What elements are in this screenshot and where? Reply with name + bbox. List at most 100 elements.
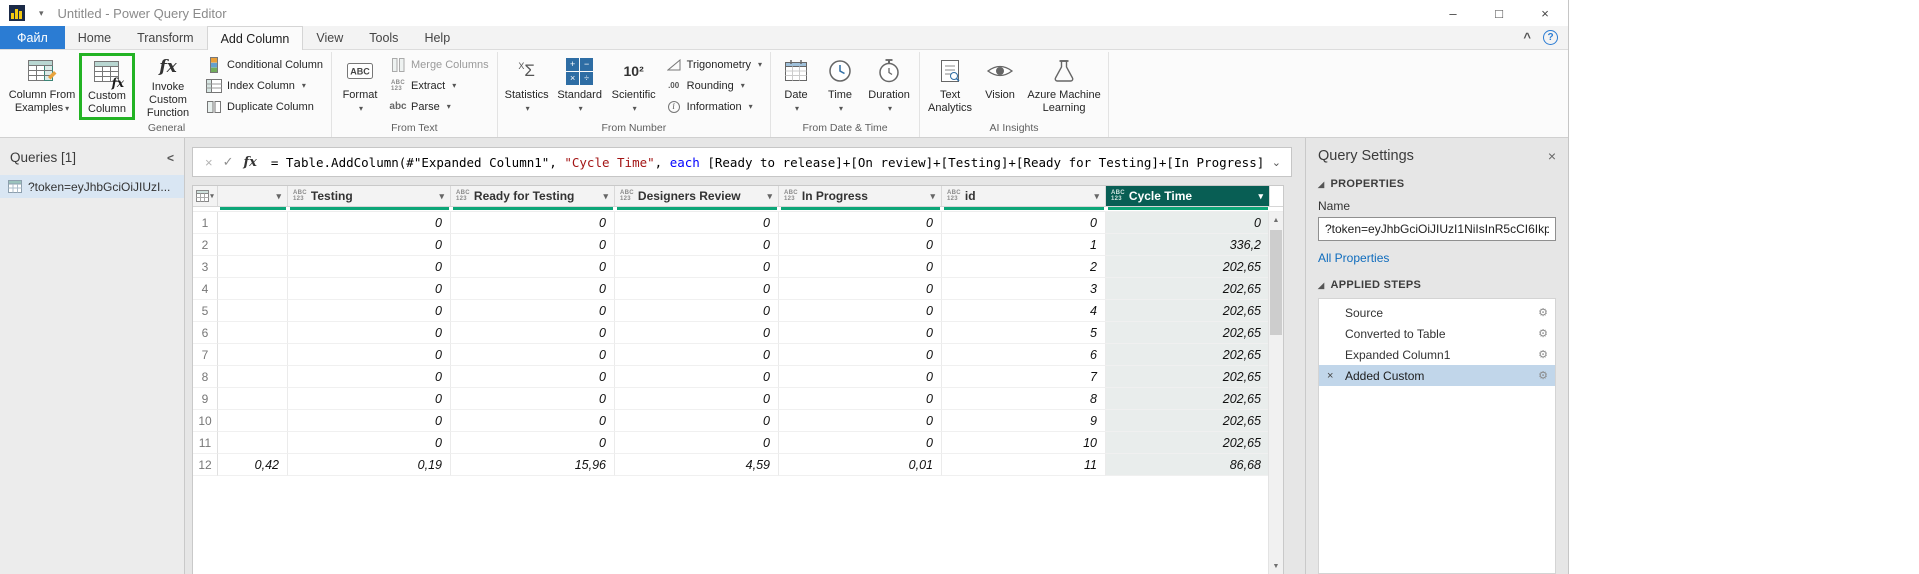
table-cell[interactable]: 5 <box>942 322 1106 344</box>
table-cell[interactable] <box>218 344 288 366</box>
table-cell[interactable]: 0 <box>451 234 615 256</box>
table-cell[interactable]: 0 <box>288 432 451 454</box>
row-number[interactable]: 10 <box>193 410 218 432</box>
table-cell[interactable]: 202,65 <box>1106 300 1270 322</box>
tab-view[interactable]: View <box>303 26 356 49</box>
table-cell[interactable]: 202,65 <box>1106 410 1270 432</box>
table-cell[interactable]: 336,2 <box>1106 234 1270 256</box>
collapse-triangle-icon[interactable]: ◢ <box>1318 180 1324 189</box>
table-cell[interactable]: 0 <box>942 212 1106 234</box>
table-cell[interactable]: 0 <box>288 234 451 256</box>
row-number[interactable]: 5 <box>193 300 218 322</box>
column-from-examples-button[interactable]: Column From Examples▾ <box>5 53 79 120</box>
table-cell[interactable]: 0 <box>451 388 615 410</box>
table-cell[interactable]: 0 <box>615 432 779 454</box>
date-button[interactable]: Date▾ <box>774 53 818 120</box>
trigonometry-button[interactable]: Trigonometry ▾ <box>661 54 767 75</box>
filter-dropdown-icon[interactable]: ▾ <box>600 191 611 202</box>
scroll-up-arrow[interactable]: ▲ <box>1269 212 1283 228</box>
column-header-id[interactable]: ABC123id▾ <box>942 186 1106 206</box>
table-cell[interactable]: 0 <box>779 300 942 322</box>
help-icon[interactable]: ? <box>1543 30 1558 45</box>
tab-home[interactable]: Home <box>65 26 124 49</box>
table-cell[interactable]: 0 <box>615 234 779 256</box>
tab-help[interactable]: Help <box>411 26 463 49</box>
merge-columns-button[interactable]: Merge Columns <box>385 54 494 75</box>
filter-dropdown-icon[interactable]: ▾ <box>764 191 775 202</box>
table-cell[interactable]: 0 <box>451 366 615 388</box>
vertical-scrollbar[interactable]: ▲ ▼ <box>1268 212 1283 574</box>
table-cell[interactable]: 0 <box>615 410 779 432</box>
table-cell[interactable] <box>218 256 288 278</box>
table-cell[interactable]: 9 <box>942 410 1106 432</box>
row-number[interactable]: 3 <box>193 256 218 278</box>
filter-dropdown-icon[interactable]: ▾ <box>273 191 284 202</box>
table-cell[interactable]: 0 <box>451 432 615 454</box>
table-cell[interactable]: 0 <box>288 300 451 322</box>
applied-step-expanded-column1[interactable]: Expanded Column1⚙ <box>1319 344 1555 365</box>
table-cell[interactable]: 202,65 <box>1106 322 1270 344</box>
table-cell[interactable]: 0 <box>288 344 451 366</box>
statistics-button[interactable]: ΧΣ Statistics▾ <box>501 53 553 120</box>
tab-file[interactable]: Файл <box>0 26 65 49</box>
table-cell[interactable]: 0 <box>615 256 779 278</box>
table-cell[interactable]: 0 <box>288 278 451 300</box>
row-number[interactable]: 6 <box>193 322 218 344</box>
column-header-testing[interactable]: ABC123Testing▾ <box>288 186 451 206</box>
table-cell[interactable]: 0 <box>451 344 615 366</box>
applied-step-converted-to-table[interactable]: Converted to Table⚙ <box>1319 323 1555 344</box>
minimize-button[interactable]: – <box>1430 0 1476 26</box>
table-cell[interactable]: 0 <box>451 212 615 234</box>
table-cell[interactable]: 0 <box>615 278 779 300</box>
parse-button[interactable]: abc Parse ▾ <box>385 96 494 117</box>
column-header-designers-review[interactable]: ABC123Designers Review▾ <box>615 186 779 206</box>
table-cell[interactable]: 0 <box>288 322 451 344</box>
row-number[interactable]: 11 <box>193 432 218 454</box>
row-number[interactable]: 1 <box>193 212 218 234</box>
duplicate-column-button[interactable]: Duplicate Column <box>201 96 328 117</box>
column-header-blank[interactable]: ▾ <box>218 186 288 206</box>
row-number[interactable]: 9 <box>193 388 218 410</box>
all-properties-link[interactable]: All Properties <box>1318 251 1556 265</box>
table-cell[interactable]: 0 <box>288 388 451 410</box>
table-cell[interactable]: 0 <box>779 212 942 234</box>
table-cell[interactable]: 2 <box>942 256 1106 278</box>
table-cell[interactable]: 11 <box>942 454 1106 476</box>
table-cell[interactable]: 0 <box>779 410 942 432</box>
format-button[interactable]: ABC Format▾ <box>335 53 385 120</box>
collapse-queries-panel-icon[interactable]: < <box>167 151 174 165</box>
close-query-settings-icon[interactable]: × <box>1548 148 1556 164</box>
table-cell[interactable]: 0 <box>779 278 942 300</box>
formula-cancel-icon[interactable]: × <box>193 155 221 170</box>
formula-text[interactable]: = Table.AddColumn(#"Expanded Column1", "… <box>271 155 1262 170</box>
applied-step-added-custom[interactable]: ×Added Custom⚙ <box>1319 365 1555 386</box>
table-cell[interactable]: 7 <box>942 366 1106 388</box>
table-cell[interactable]: 0,42 <box>218 454 288 476</box>
rounding-button[interactable]: .00 Rounding ▾ <box>661 75 767 96</box>
tab-transform[interactable]: Transform <box>124 26 207 49</box>
table-cell[interactable]: 10 <box>942 432 1106 454</box>
table-corner-cell[interactable]: ▾ <box>193 186 218 206</box>
column-header-in-progress[interactable]: ABC123In Progress▾ <box>779 186 942 206</box>
table-cell[interactable] <box>218 234 288 256</box>
table-cell[interactable]: 0 <box>779 322 942 344</box>
column-header-ready-for-testing[interactable]: ABC123Ready for Testing▾ <box>451 186 615 206</box>
table-cell[interactable]: 8 <box>942 388 1106 410</box>
scroll-down-arrow[interactable]: ▼ <box>1269 558 1283 574</box>
table-cell[interactable]: 0 <box>288 366 451 388</box>
table-cell[interactable]: 0 <box>779 344 942 366</box>
table-cell[interactable]: 0 <box>451 322 615 344</box>
table-cell[interactable]: 0 <box>451 256 615 278</box>
applied-step-source[interactable]: Source⚙ <box>1319 302 1555 323</box>
filter-dropdown-icon[interactable]: ▾ <box>927 191 938 202</box>
table-cell[interactable] <box>218 278 288 300</box>
tab-tools[interactable]: Tools <box>356 26 411 49</box>
maximize-button[interactable]: □ <box>1476 0 1522 26</box>
query-name-input[interactable] <box>1318 217 1556 241</box>
collapse-triangle-icon[interactable]: ◢ <box>1318 281 1324 290</box>
extract-button[interactable]: ABC123 Extract ▾ <box>385 75 494 96</box>
table-cell[interactable]: 0 <box>779 432 942 454</box>
query-list-item[interactable]: ?token=eyJhbGciOiJIUzI... <box>0 175 184 198</box>
table-cell[interactable]: 0 <box>451 410 615 432</box>
formula-expand-icon[interactable]: ⌄ <box>1262 156 1291 169</box>
